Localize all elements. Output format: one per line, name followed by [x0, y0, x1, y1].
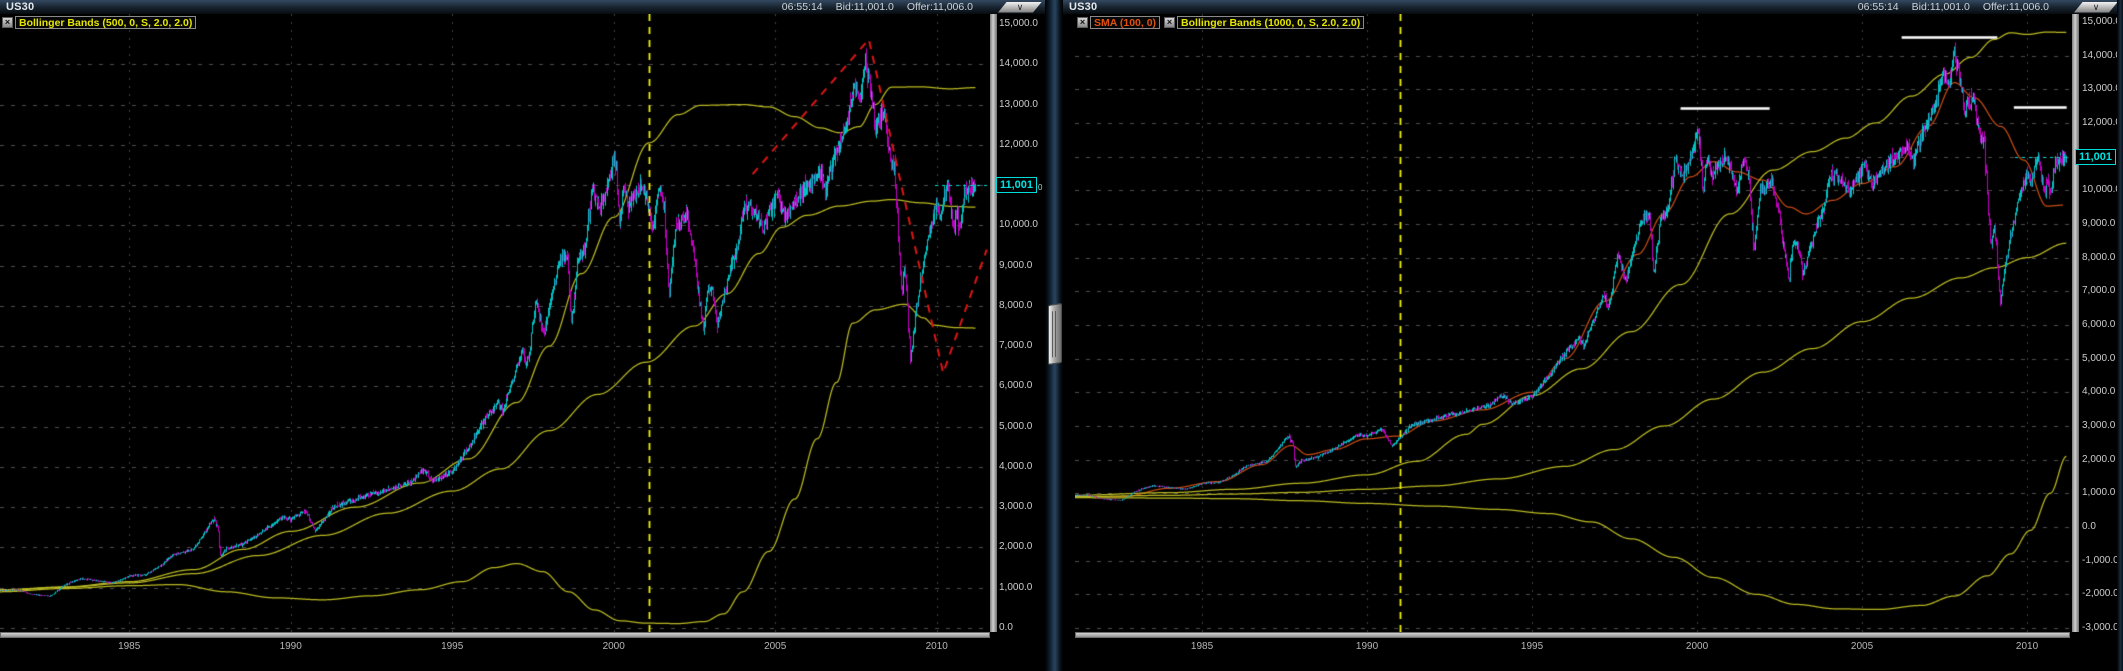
- price-chart-canvas[interactable]: [1075, 14, 2070, 632]
- y-axis-label: 5,000.0: [999, 420, 1033, 432]
- y-axis-label: -1,000.0: [2082, 554, 2119, 566]
- price-axis-scrollbar[interactable]: [2072, 14, 2079, 632]
- symbol-title: US30: [1069, 1, 1098, 13]
- x-axis-label: 2005: [764, 641, 787, 652]
- y-axis-label: 13,000.0: [999, 98, 1038, 110]
- y-axis-label: 15,000.0: [2082, 16, 2121, 27]
- y-axis-label: 5,000.0: [2082, 352, 2116, 364]
- y-axis-label: 9,000.0: [999, 259, 1033, 271]
- x-axis-label: 1995: [441, 641, 464, 652]
- indicator-label[interactable]: Bollinger Bands (500, 0, S, 2.0, 2.0): [15, 16, 197, 29]
- indicator-close-icon[interactable]: ×: [2, 17, 13, 28]
- price-chart-canvas[interactable]: [0, 14, 990, 632]
- y-axis-label: 14,000.0: [2082, 49, 2121, 61]
- y-axis-label: 7,000.0: [999, 340, 1033, 352]
- time-scrollbar[interactable]: [1075, 632, 2070, 638]
- chevron-down-icon[interactable]: ∨: [998, 2, 1042, 13]
- symbol-title: US30: [6, 1, 35, 13]
- current-price-value: 11,001: [996, 177, 1038, 194]
- panel-splitter-handle[interactable]: [1048, 303, 1062, 365]
- y-axis-label: 2,000.0: [2082, 453, 2116, 465]
- x-axis-label: 1990: [279, 641, 302, 652]
- indicator-chip: × Bollinger Bands (500, 0, S, 2.0, 2.0): [2, 16, 197, 29]
- y-axis-label: 14,000.0: [999, 58, 1038, 70]
- window-right-border: [2117, 0, 2123, 671]
- x-axis-label: 1990: [1355, 641, 1379, 652]
- y-axis-label: -3,000.0: [2082, 622, 2119, 633]
- y-axis-label: 4,000.0: [999, 460, 1033, 472]
- x-axis-label: 2005: [1850, 641, 1874, 652]
- x-axis-label: 1995: [1520, 641, 1544, 652]
- y-axis-label: 1,000.0: [2082, 487, 2116, 499]
- y-axis-label: 15,000.0: [999, 18, 1038, 29]
- time-scrollbar[interactable]: [0, 632, 990, 638]
- chart-panel-right: US30 06:55:14 Bid:11,001.0 Offer:11,006.…: [1063, 0, 2123, 671]
- x-axis-label: 2010: [2015, 641, 2039, 652]
- y-axis-label: 8,000.0: [2082, 251, 2116, 263]
- y-axis-label: 3,000.0: [999, 501, 1033, 513]
- y-axis-label: -2,000.0: [2082, 588, 2119, 600]
- y-axis-label: 10,000.0: [2082, 184, 2121, 196]
- y-axis-label: 9,000.0: [2082, 218, 2116, 229]
- y-axis-label: 12,000.0: [2082, 117, 2121, 128]
- indicator-label[interactable]: Bollinger Bands (1000, 0, S, 2.0, 2.0): [1177, 16, 1365, 29]
- clock-label: 06:55:14: [781, 1, 823, 13]
- x-axis-label: 1985: [1190, 641, 1214, 652]
- x-axis-label: 1985: [118, 641, 141, 652]
- y-axis-label: 4,000.0: [2082, 386, 2116, 398]
- chart-titlebar: US30 06:55:14 Bid:11,001.0 Offer:11,006.…: [0, 0, 1062, 14]
- y-axis-label: 0.0: [999, 622, 1013, 633]
- indicator-label[interactable]: SMA (100, 0): [1090, 16, 1161, 29]
- offer-label: Offer:11,006.0: [906, 1, 973, 13]
- y-axis-label: 1,000.0: [999, 581, 1033, 593]
- chart-titlebar: US30 06:55:14 Bid:11,001.0 Offer:11,006.…: [1063, 0, 2123, 14]
- indicator-chip-row: × SMA (100, 0) × Bollinger Bands (1000, 0, …: [1077, 16, 1365, 29]
- y-axis-label: 10,000.0: [999, 219, 1038, 231]
- clock-label: 06:55:14: [1857, 1, 1899, 13]
- current-price-tag: 11,0010: [2075, 148, 2122, 165]
- offer-label: Offer:11,006.0: [1982, 1, 2049, 13]
- y-axis-label: 12,000.0: [999, 138, 1038, 150]
- bid-label: Bid:11,001.0: [835, 1, 894, 13]
- y-axis-label: 3,000.0: [2082, 420, 2116, 431]
- indicator-chip: × SMA (100, 0): [1077, 16, 1161, 29]
- x-axis-label: 2000: [1685, 641, 1709, 652]
- current-price-value: 11,001: [2075, 148, 2117, 165]
- indicator-close-icon[interactable]: ×: [1077, 17, 1088, 28]
- indicator-chip: × Bollinger Bands (1000, 0, S, 2.0, 2.0): [1164, 16, 1365, 29]
- y-axis-label: 13,000.0: [2082, 83, 2121, 95]
- y-axis-label: 6,000.0: [999, 380, 1033, 392]
- y-axis-label: 8,000.0: [999, 299, 1033, 311]
- indicator-close-icon[interactable]: ×: [1164, 17, 1176, 28]
- x-axis-label: 2010: [925, 641, 948, 652]
- indicator-chip-row: × Bollinger Bands (500, 0, S, 2.0, 2.0): [2, 16, 197, 29]
- y-axis-label: 6,000.0: [2082, 319, 2116, 330]
- x-axis-label: 2000: [602, 641, 625, 652]
- current-price-decimal: 0: [1038, 183, 1043, 193]
- price-axis-scrollbar[interactable]: [990, 14, 997, 632]
- y-axis-label: 7,000.0: [2082, 285, 2116, 297]
- chart-panel-left: US30 06:55:14 Bid:11,001.0 Offer:11,006.…: [0, 0, 1062, 671]
- chevron-down-icon[interactable]: ∨: [2074, 2, 2118, 13]
- current-price-tag: 11,0010: [996, 177, 1043, 194]
- y-axis-label: 2,000.0: [999, 541, 1033, 553]
- y-axis-label: 0.0: [2082, 521, 2096, 532]
- bid-label: Bid:11,001.0: [1911, 1, 1970, 13]
